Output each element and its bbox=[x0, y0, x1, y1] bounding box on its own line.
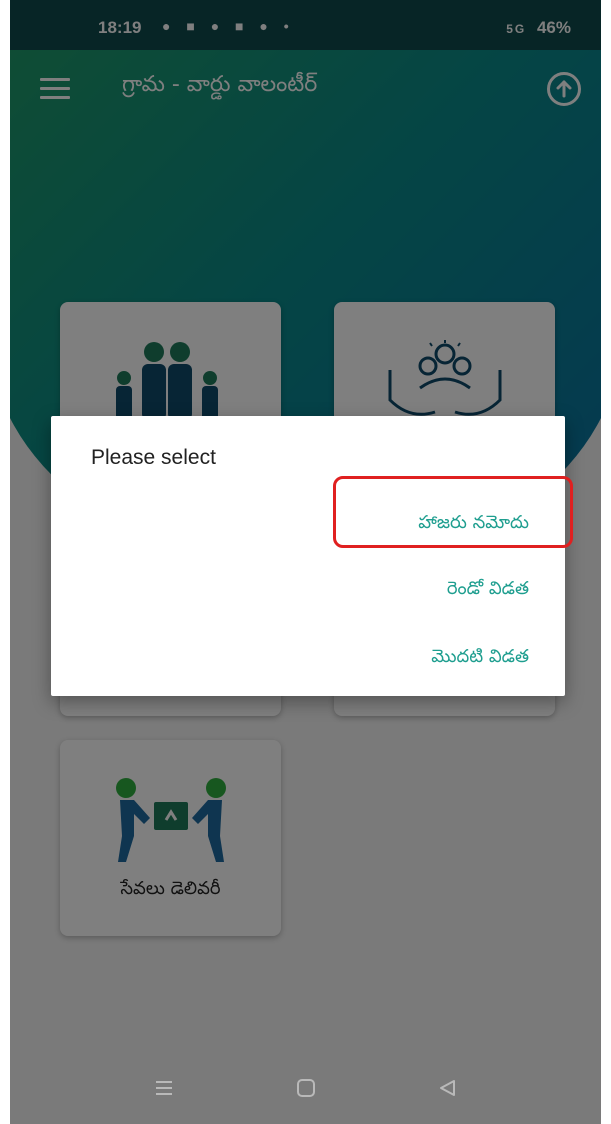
recents-icon[interactable] bbox=[154, 1078, 174, 1098]
home-icon[interactable] bbox=[296, 1078, 316, 1098]
dialog-title: Please select bbox=[91, 446, 216, 469]
select-dialog: Please select హాజరు నమోదు రెండో విడత మొద… bbox=[51, 416, 573, 696]
option-second-phase[interactable]: రెండో విడత bbox=[447, 578, 529, 603]
back-icon[interactable] bbox=[438, 1078, 458, 1098]
option-first-phase[interactable]: మొదటి విడత bbox=[431, 646, 529, 671]
system-nav-bar bbox=[10, 1052, 601, 1124]
phone-screen: 18:19 ● ■ ● ■ ● • 5G 46% గ్రామ - వార్డు … bbox=[10, 0, 601, 1124]
option-attendance[interactable]: హాజరు నమోదు bbox=[418, 512, 529, 537]
